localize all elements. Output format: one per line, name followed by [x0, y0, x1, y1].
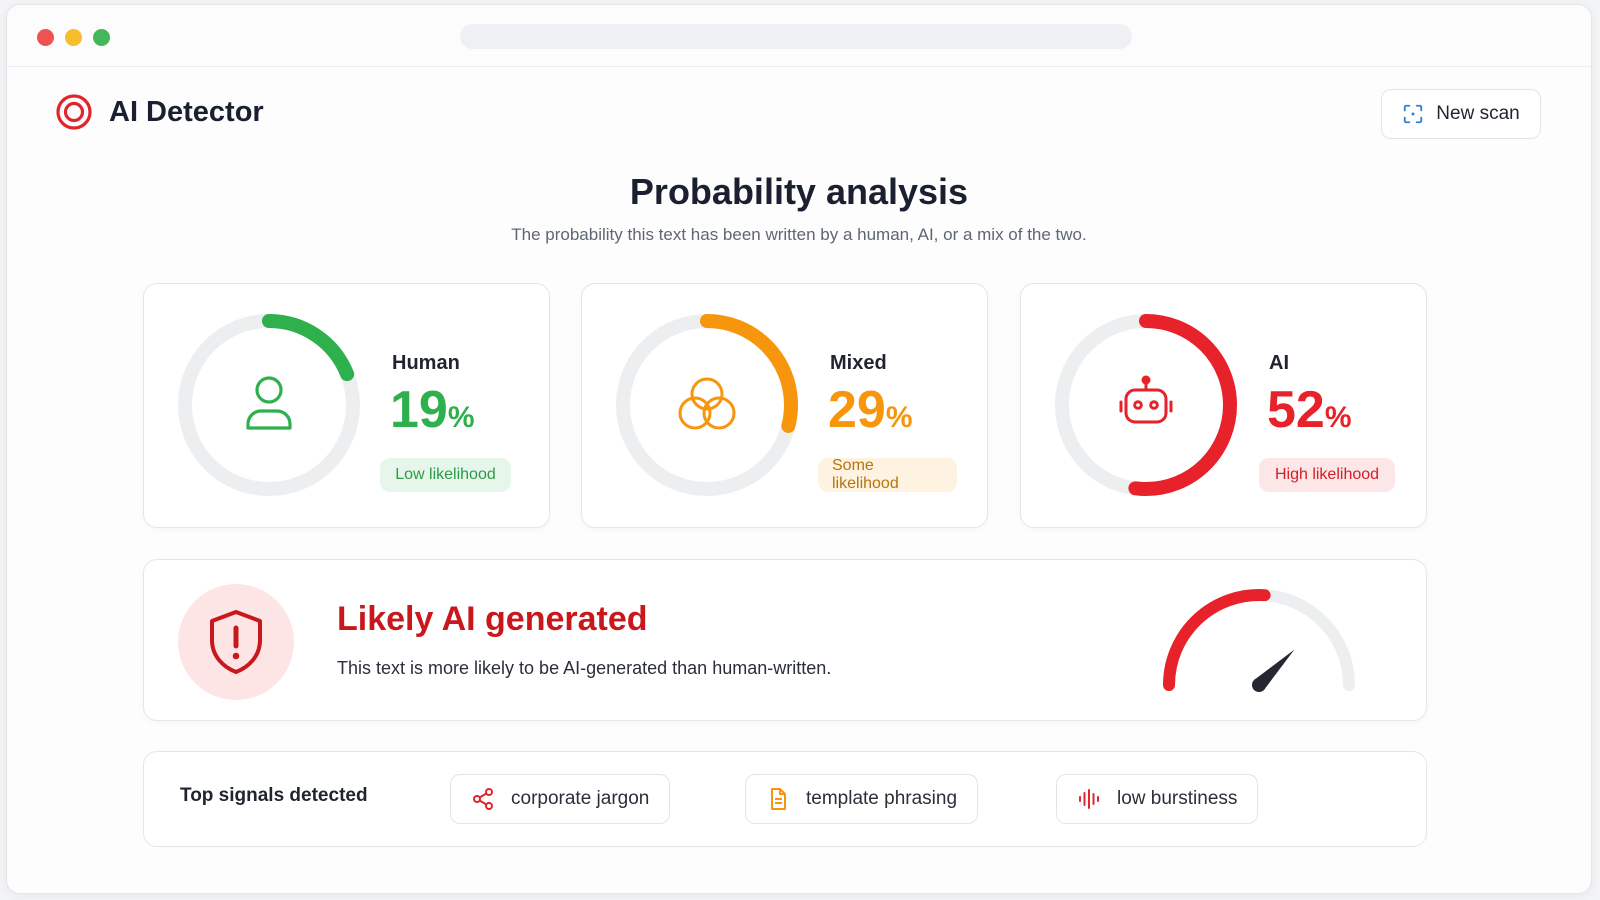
address-bar[interactable] — [460, 24, 1132, 49]
mixed-value: 29 — [828, 381, 886, 439]
page-title: Probability analysis — [629, 171, 969, 212]
human-value: 19 — [390, 381, 448, 439]
verdict-title: Likely AI generated — [337, 600, 648, 638]
overlapping-circles-icon — [678, 377, 736, 430]
signals-title: Top signals detected — [180, 785, 368, 806]
signal-chip-corporate-jargon[interactable]: corporate jargon — [450, 774, 671, 824]
ai-likelihood-badge: High likelihood — [1259, 458, 1395, 492]
brand: AI Detector — [55, 93, 264, 131]
mixed-probability-card: Mixed 29% Some likelihood — [581, 283, 988, 528]
signal-chip-template-phrasing[interactable]: template phrasing — [745, 774, 979, 824]
signal-label: template phrasing — [806, 788, 958, 809]
scan-icon — [1404, 104, 1423, 124]
mixed-likelihood-badge: Some likelihood — [818, 457, 957, 492]
shield-alert-icon — [210, 610, 262, 674]
app-name: AI Detector — [109, 95, 264, 128]
signal-chip-low-burstiness[interactable]: low burstiness — [1056, 774, 1259, 824]
ai-label: AI — [1269, 352, 1289, 374]
title-bar — [7, 5, 1591, 67]
new-scan-label: New scan — [1436, 103, 1520, 124]
ai-unit: % — [1324, 401, 1352, 434]
app-window: AI Detector New scan Probability analysi… — [6, 4, 1592, 894]
maximize-window-button[interactable] — [93, 29, 110, 46]
human-label: Human — [392, 352, 460, 374]
robot-icon — [1119, 375, 1173, 424]
ai-probability-card: AI 52% High likelihood — [1020, 283, 1427, 528]
signal-label: corporate jargon — [511, 788, 650, 809]
document-icon — [771, 788, 786, 810]
shield-badge — [178, 584, 294, 700]
waveform-icon — [1079, 789, 1099, 809]
ai-percentage: 52% — [1267, 384, 1352, 436]
human-likelihood-badge: Low likelihood — [380, 458, 511, 492]
target-logo-icon — [56, 94, 92, 130]
mixed-unit: % — [885, 401, 913, 434]
person-icon — [246, 376, 292, 430]
verdict-gauge — [1163, 589, 1355, 692]
gauge-needle — [1252, 649, 1295, 692]
share-nodes-icon — [473, 788, 493, 810]
mixed-probability-ring — [616, 314, 798, 496]
close-window-button[interactable] — [37, 29, 54, 46]
page-subtitle: The probability this text has been writt… — [511, 225, 1087, 244]
mixed-percentage: 29% — [828, 384, 913, 436]
human-probability-ring — [178, 314, 360, 496]
human-probability-card: Human 19% Low likelihood — [143, 283, 550, 528]
mixed-label: Mixed — [830, 352, 887, 374]
ai-probability-ring — [1055, 314, 1237, 496]
verdict-panel: Likely AI generated This text is more li… — [143, 559, 1427, 721]
signals-panel: Top signals detected corporate jargon te… — [143, 751, 1427, 847]
minimize-window-button[interactable] — [65, 29, 82, 46]
human-unit: % — [447, 401, 475, 434]
human-percentage: 19% — [390, 384, 475, 436]
gauge-fill-arc — [1163, 589, 1271, 691]
new-scan-button[interactable]: New scan — [1381, 89, 1541, 139]
signal-label: low burstiness — [1117, 788, 1238, 809]
verdict-description: This text is more likely to be AI-genera… — [337, 658, 832, 678]
ai-value: 52 — [1267, 381, 1325, 439]
